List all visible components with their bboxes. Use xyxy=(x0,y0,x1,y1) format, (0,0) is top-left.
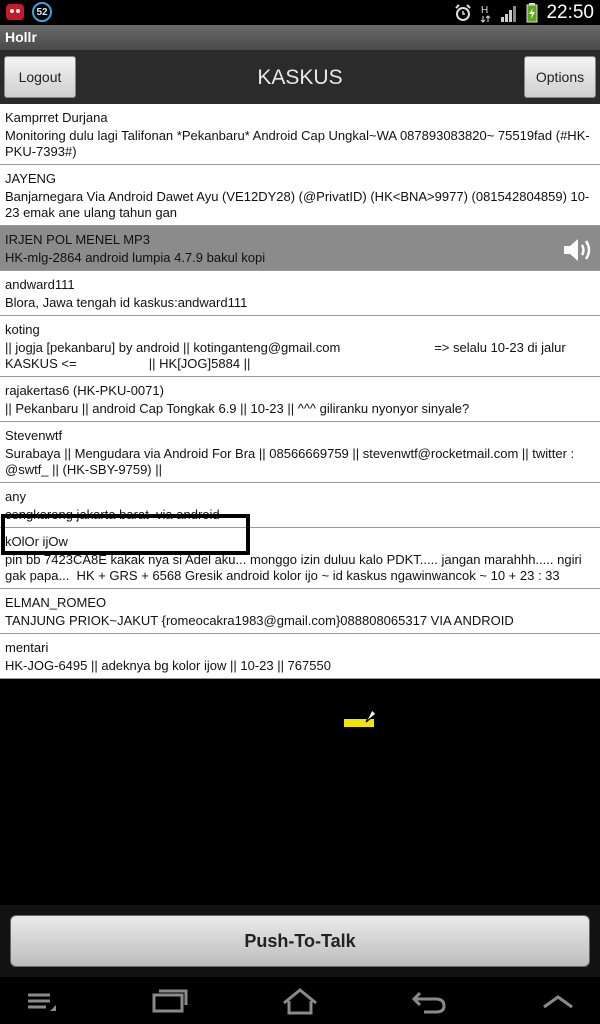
user-status: TANJUNG PRIOK~JAKUT {romeocakra1983@gmai… xyxy=(5,613,514,628)
system-nav-bar xyxy=(0,977,600,1024)
user-name: andward111 xyxy=(5,277,75,292)
list-item[interactable]: ELMAN_ROMEO TANJUNG PRIOK~JAKUT {romeoca… xyxy=(0,589,600,634)
list-item[interactable]: Stevenwtf Surabaya || Mengudara via Andr… xyxy=(0,422,600,483)
signal-icon xyxy=(501,6,517,22)
notification-count-badge: 52 xyxy=(32,2,52,22)
highlight-box xyxy=(1,514,250,555)
speaker-icon xyxy=(564,239,591,261)
clock: 22:50 xyxy=(546,2,594,23)
app-notification-icon xyxy=(6,4,24,20)
annotation-note: Mau tau pinnya ? xyxy=(411,696,534,713)
list-item[interactable]: koting || jogja [pekanbaru] by android |… xyxy=(0,316,600,377)
status-bar: 52 H 22:50 xyxy=(0,0,600,25)
battery-charging-icon xyxy=(526,3,538,23)
user-status: || Pekanbaru || android Cap Tongkak 6.9 … xyxy=(5,401,470,416)
user-name: Kamprret Durjana xyxy=(5,110,108,125)
user-status: || jogja [pekanbaru] by android || kotin… xyxy=(5,340,570,371)
user-status: HK-JOG-6495 || adeknya bg kolor ijow || … xyxy=(5,658,331,673)
user-status: Monitoring dulu lagi Talifonan *Pekanbar… xyxy=(5,128,590,159)
highlight-box xyxy=(1,691,391,736)
channel-title: KASKUS xyxy=(257,66,343,89)
ptt-area: Push-To-Talk xyxy=(0,905,600,977)
up-chevron-icon[interactable] xyxy=(538,987,578,1015)
user-name: any xyxy=(5,489,26,504)
menu-icon[interactable] xyxy=(24,987,64,1015)
user-name: ELMAN_ROMEO xyxy=(5,595,107,610)
home-icon[interactable] xyxy=(280,987,320,1015)
user-status: Banjarnegara Via Android Dawet Ayu (VE12… xyxy=(5,189,590,220)
alarm-icon xyxy=(455,4,472,21)
user-status: HK-mlg-2864 android lumpia 4.7.9 bakul k… xyxy=(5,250,266,265)
app-title: Hollr xyxy=(5,29,37,45)
user-name: rajakertas6 (HK-PKU-0071) xyxy=(5,383,164,398)
list-item-talking[interactable]: IRJEN POL MENEL MP3 HK-mlg-2864 android … xyxy=(0,226,600,271)
user-name: IRJEN POL MENEL MP3 xyxy=(5,232,150,247)
user-status: Blora, Jawa tengah id kaskus:andward111 xyxy=(5,295,248,310)
recent-apps-icon[interactable] xyxy=(150,987,190,1015)
user-name: JAYENG xyxy=(5,171,57,186)
user-status: pin bb 7423CA8E kakak nya si Adel aku...… xyxy=(5,552,586,583)
list-item[interactable]: andward111 Blora, Jawa tengah id kaskus:… xyxy=(0,271,600,316)
hsdpa-icon: H xyxy=(481,5,491,23)
options-button[interactable]: Options xyxy=(524,56,596,98)
list-item[interactable]: Kamprret Durjana Monitoring dulu lagi Ta… xyxy=(0,104,600,165)
app-title-bar: Hollr xyxy=(0,25,600,50)
pointer-arrow-icon xyxy=(365,705,411,723)
svg-text:H: H xyxy=(481,5,488,16)
list-item[interactable]: mentari HK-JOG-6495 || adeknya bg kolor … xyxy=(0,634,600,679)
user-status: Surabaya || Mengudara via Android For Br… xyxy=(5,446,578,477)
push-to-talk-button[interactable]: Push-To-Talk xyxy=(10,915,590,967)
user-list: Kamprret Durjana Monitoring dulu lagi Ta… xyxy=(0,104,600,736)
list-item[interactable]: JAYENG Banjarnegara Via Android Dawet Ay… xyxy=(0,165,600,226)
channel-header: Logout KASKUS Options xyxy=(0,50,600,104)
list-item[interactable]: rajakertas6 (HK-PKU-0071) || Pekanbaru |… xyxy=(0,377,600,422)
user-name: Stevenwtf xyxy=(5,428,63,443)
back-icon[interactable] xyxy=(410,987,450,1015)
user-name: mentari xyxy=(5,640,49,655)
user-name: koting xyxy=(5,322,40,337)
